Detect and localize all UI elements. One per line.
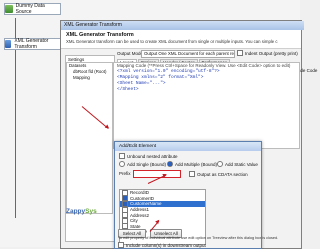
prefix-input[interactable] (133, 170, 181, 178)
multiple-bound-radio[interactable]: Add Multiple (Bound) (167, 161, 217, 167)
unbound-nested-checkbox[interactable]: Unbound nested attribute (119, 153, 178, 159)
output-mode-select[interactable]: Output One XML Document for each parent … (141, 50, 235, 58)
unbound-label: Unbound nested attribute (127, 153, 178, 159)
column-label: CustomerID (130, 195, 155, 201)
add-dialog-title-bar: Add/Edit Element (115, 142, 261, 151)
column-label: City (130, 218, 138, 224)
dialog-header: XML Generator Transform XML Generator tr… (61, 30, 301, 49)
mapping-tree: Datasets dbRoot fld (Root) Mapping (66, 62, 113, 214)
code-editor[interactable]: Mapping Code (**Press Ctrl+Space for Rea… (113, 62, 300, 149)
column-label: Address2 (130, 212, 150, 218)
column-label: CustomerName (130, 201, 162, 207)
source-node-label: Dummy Data Source (15, 3, 45, 15)
single-bound-radio-dot[interactable] (119, 161, 125, 167)
column-label: RecordID (130, 190, 150, 196)
header-title: XML Generator Transform (66, 32, 134, 38)
source-node[interactable]: Dummy Data Source (4, 3, 61, 15)
transform-node-label: XML Generator Transform (14, 38, 49, 50)
tree-item[interactable]: Mapping (67, 75, 112, 81)
output-cdata-checkbox[interactable]: Output as CDATA section (189, 171, 248, 177)
edit-property-note: To edit property of individual attribute… (118, 236, 279, 240)
output-mode-label: Output Mode (117, 51, 144, 56)
transform-icon (5, 40, 12, 48)
indent-output-checkbox[interactable]: Indent Output (pretty print) (237, 50, 298, 56)
column-label: Address1 (130, 207, 150, 213)
static-value-radio-dot[interactable] (217, 161, 223, 167)
include-columns-box[interactable] (118, 242, 124, 248)
static-value-radio[interactable]: Add Static Value (217, 161, 258, 167)
zappysys-logo: ZappySys (66, 208, 97, 215)
transform-node[interactable]: XML Generator Transform (4, 38, 61, 50)
header-subtitle: XML Generator transform can be used to c… (66, 39, 278, 44)
single-bound-label: Add Single (Bound) (127, 161, 167, 167)
multiple-bound-label: Add Multiple (Bound) (175, 161, 218, 167)
indent-output-label: Indent Output (pretty print) (245, 50, 298, 56)
dialog-title: XML Generator Transform (64, 22, 122, 28)
indent-checkbox-box[interactable] (237, 50, 243, 56)
include-columns-checkbox[interactable]: Include column(s) in downstream output (118, 242, 206, 248)
data-source-icon (5, 5, 13, 13)
unbound-checkbox-box[interactable] (119, 153, 125, 159)
code-line: </Sheet> (117, 87, 139, 92)
single-bound-radio[interactable]: Add Single (Bound) (119, 161, 166, 167)
static-value-label: Add Static Value (225, 161, 258, 167)
multiple-bound-radio-dot[interactable] (167, 161, 173, 167)
add-dialog-title: Add/Edit Element (119, 144, 157, 149)
output-cdata-label: Output as CDATA section (197, 171, 248, 177)
logo-part1: Zappy (66, 208, 86, 215)
cdata-checkbox-box[interactable] (189, 171, 195, 177)
prefix-label: Prefix (119, 171, 131, 176)
dialog-title-bar: XML Generator Transform (61, 21, 304, 30)
logo-part2: Sys (85, 208, 97, 215)
